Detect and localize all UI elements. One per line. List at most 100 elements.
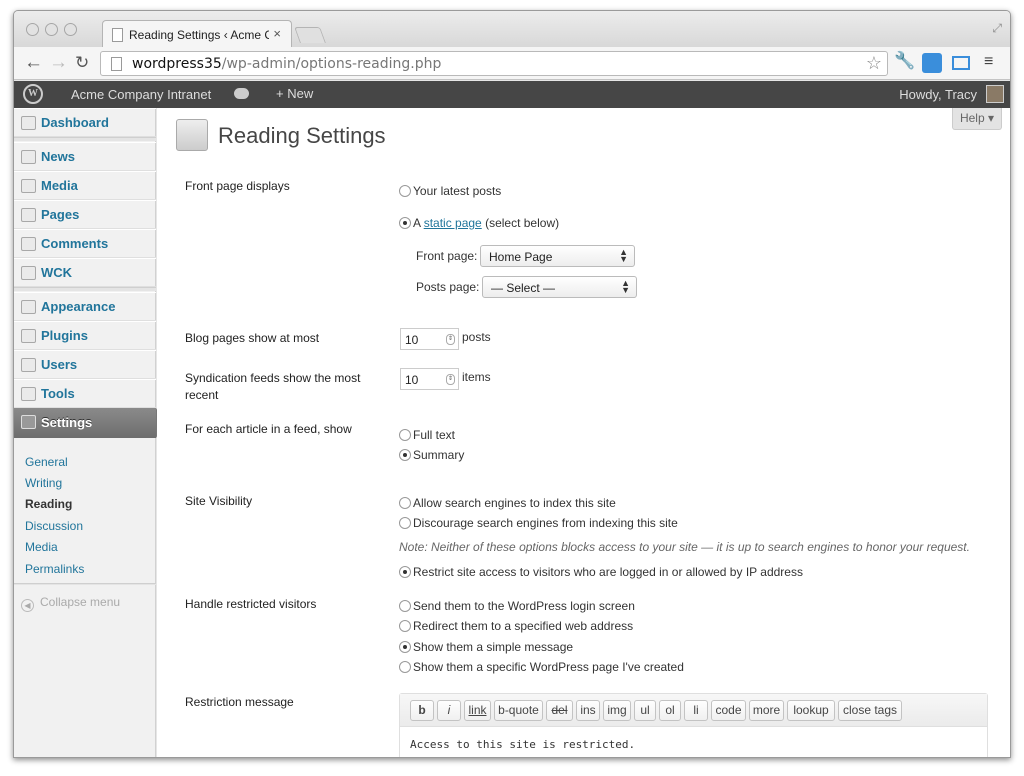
radio-button[interactable] [399,185,411,197]
submenu-discussion[interactable]: Discussion [25,519,83,533]
qt-close-tags-button[interactable]: close tags [838,700,902,721]
sidebar-item-appearance[interactable]: Appearance [14,292,156,321]
qt-more-button[interactable]: more [749,700,784,721]
qt-link-button[interactable]: link [464,700,491,721]
minimize-window-button[interactable] [45,23,58,36]
posts-page-select-label: Posts page: [416,280,480,294]
syndication-input[interactable]: 10 ⇕ [400,368,459,390]
avatar[interactable] [986,85,1004,103]
wrench-icon[interactable]: 🔧 [894,51,915,71]
sidebar-item-news[interactable]: News [14,142,156,171]
sidebar-item-label: Media [41,178,78,193]
comments-icon[interactable] [234,88,249,99]
radio-redirect[interactable]: Redirect them to a specified web address [399,619,633,633]
radio-full-text[interactable]: Full text [399,428,455,442]
qt-ol-button[interactable]: ol [659,700,681,721]
sidebar-item-tools[interactable]: Tools [14,379,156,408]
posts-page-select[interactable]: — Select — ▲ ▼ [482,276,637,298]
radio-allow-indexing[interactable]: Allow search engines to index this site [399,496,616,510]
sidebar-item-settings[interactable]: Settings [14,408,165,438]
settings-icon [21,415,36,429]
submenu-writing[interactable]: Writing [25,476,62,490]
radio-button[interactable] [399,217,411,229]
qt-blockquote-button[interactable]: b-quote [494,700,543,721]
front-page-select[interactable]: Home Page ▲ ▼ [480,245,635,267]
qt-img-button[interactable]: img [603,700,631,721]
radio-button[interactable] [399,429,411,441]
radio-static-page[interactable]: A static page (select below) [399,216,559,230]
sidebar-item-media[interactable]: Media [14,171,156,200]
document-icon [112,28,123,42]
radio-button[interactable] [399,600,411,612]
menu-separator [14,137,156,141]
qt-del-button[interactable]: del [546,700,573,721]
sidebar-item-comments[interactable]: Comments [14,229,156,258]
back-icon[interactable]: ← [24,52,43,74]
radio-button[interactable] [399,620,411,632]
radio-button[interactable] [399,517,411,529]
qt-lookup-button[interactable]: lookup [787,700,835,721]
submenu-reading[interactable]: Reading [25,497,72,511]
qt-bold-button[interactable]: b [410,700,434,721]
help-tab-button[interactable]: Help ▾ [952,108,1002,130]
sidebar-item-users[interactable]: Users [14,350,156,379]
menu-separator [14,287,156,291]
extension-icon[interactable] [922,53,942,73]
screen-capture-icon[interactable] [952,56,970,70]
menu-icon[interactable]: ≡ [984,53,993,71]
input-value: 10 [405,333,419,347]
bookmark-star-icon[interactable]: ☆ [866,53,882,74]
radio-restrict-access[interactable]: Restrict site access to visitors who are… [399,565,803,579]
tab-close-icon[interactable]: × [273,26,281,41]
radio-button[interactable] [399,641,411,653]
radio-button[interactable] [399,449,411,461]
qt-italic-button[interactable]: i [437,700,461,721]
radio-latest-posts[interactable]: Your latest posts [399,184,501,198]
static-page-link[interactable]: static page [424,216,482,230]
radio-button[interactable] [399,661,411,673]
site-name-link[interactable]: Acme Company Intranet [71,87,211,102]
stepper-icon[interactable]: ⇕ [446,374,455,385]
browser-tab[interactable]: Reading Settings ‹ Acme Co × [102,20,292,48]
close-window-button[interactable] [26,23,39,36]
qt-ul-button[interactable]: ul [634,700,656,721]
qt-li-button[interactable]: li [684,700,708,721]
option-label: Your latest posts [413,184,502,198]
qt-code-button[interactable]: code [711,700,746,721]
radio-button[interactable] [399,497,411,509]
fullscreen-icon[interactable]: ⤢ [992,21,1002,36]
radio-specific-page[interactable]: Show them a specific WordPress page I've… [399,660,684,674]
sidebar-item-wck[interactable]: WCK [14,258,156,287]
reload-icon[interactable]: ↻ [75,53,89,73]
syndication-label: Syndication feeds show the most recent [185,371,361,402]
radio-discourage-indexing[interactable]: Discourage search engines from indexing … [399,516,678,530]
qt-ins-button[interactable]: ins [576,700,600,721]
submenu-general[interactable]: General [25,455,68,469]
sidebar-item-plugins[interactable]: Plugins [14,321,156,350]
sidebar-item-dashboard[interactable]: Dashboard [14,108,156,137]
radio-button[interactable] [399,566,411,578]
visibility-note: Note: Neither of these options blocks ac… [399,540,970,554]
radio-summary[interactable]: Summary [399,448,464,462]
forward-icon[interactable]: → [49,52,68,74]
blog-pages-input[interactable]: 10 ⇕ [400,328,459,350]
feed-article-label: For each article in a feed, show [185,422,352,436]
restriction-message-textarea[interactable]: Access to this site is restricted. [410,738,635,751]
stepper-icon[interactable]: ⇕ [446,334,455,345]
new-content-link[interactable]: + New [276,86,313,101]
radio-send-login[interactable]: Send them to the WordPress login screen [399,599,635,613]
sidebar-item-pages[interactable]: Pages [14,200,156,229]
sidebar-item-label: Users [41,357,78,372]
address-bar[interactable]: wordpress35/wp-admin/options-reading.php… [100,51,888,76]
new-tab-button[interactable] [294,27,326,43]
collapse-menu-button[interactable]: ◀ Collapse menu [21,595,120,612]
admin-bar: W Acme Company Intranet + New Howdy, Tra… [14,81,1010,108]
submenu-media[interactable]: Media [25,540,58,554]
radio-simple-message[interactable]: Show them a simple message [399,640,573,654]
zoom-window-button[interactable] [64,23,77,36]
pages-icon [21,208,36,222]
wordpress-logo-icon[interactable]: W [23,84,43,104]
account-menu[interactable]: Howdy, Tracy [899,87,977,102]
page-title: Reading Settings [218,123,386,148]
submenu-permalinks[interactable]: Permalinks [25,562,84,576]
